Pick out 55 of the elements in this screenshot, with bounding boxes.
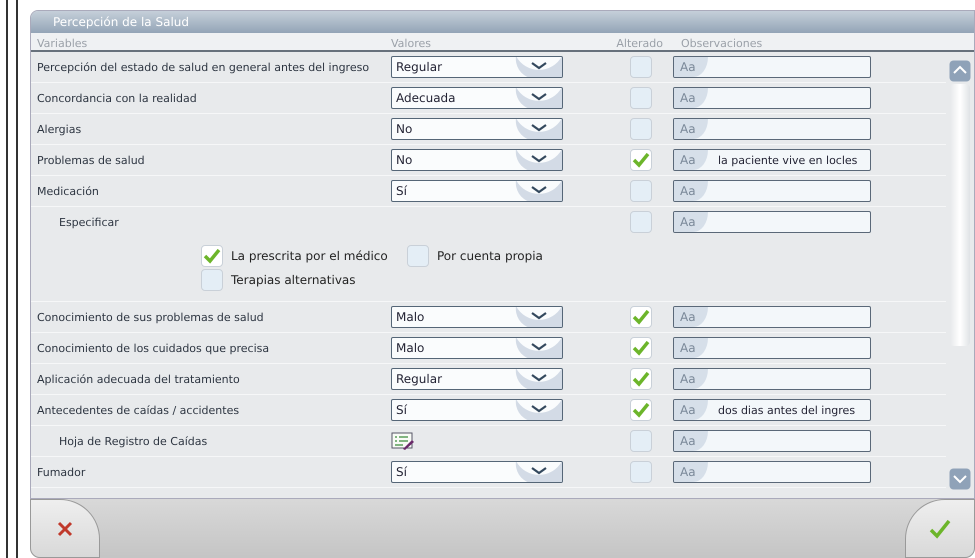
row-label: Percepción del estado de salud en general antes del ingreso — [36, 60, 370, 74]
scroll-up-button[interactable] — [949, 60, 971, 82]
altered-checkbox[interactable] — [630, 461, 652, 483]
altered-checkbox[interactable] — [630, 87, 652, 109]
form-edit-icon[interactable] — [391, 431, 415, 451]
row-label: Problemas de salud — [36, 154, 146, 166]
value-dropdown[interactable]: No — [391, 149, 563, 171]
row-label: Fumador — [36, 466, 86, 478]
value-dropdown[interactable]: Sí — [391, 461, 563, 483]
altered-checkbox[interactable] — [630, 211, 652, 233]
altered-checkbox[interactable] — [630, 118, 652, 140]
observation-field[interactable]: Aa la paciente vive en locles — [673, 149, 871, 171]
row-label: Antecedentes de caídas / accidentes — [36, 404, 240, 416]
altered-checkbox[interactable] — [630, 399, 652, 421]
value-dropdown[interactable]: Regular — [391, 56, 563, 78]
option-checkbox[interactable] — [201, 245, 223, 267]
altered-checkbox[interactable] — [630, 56, 652, 78]
altered-checkbox[interactable] — [630, 430, 652, 452]
column-header: Valores — [391, 37, 432, 50]
row-label: Hoja de Registro de Caídas — [58, 434, 208, 448]
altered-checkbox[interactable] — [630, 337, 652, 359]
row-label: Medicación — [36, 184, 100, 198]
altered-checkbox[interactable] — [630, 306, 652, 328]
row-label: Conocimiento de sus problemas de salud — [36, 310, 265, 324]
option-label: Terapias alternativas — [231, 273, 356, 287]
value-dropdown[interactable]: Regular — [391, 368, 563, 390]
row-label: Especificar — [58, 216, 120, 228]
altered-checkbox[interactable] — [630, 149, 652, 171]
row-label: Alergias — [36, 122, 82, 136]
column-header: Observaciones — [680, 37, 764, 50]
column-header: Variables — [36, 37, 88, 50]
value-dropdown[interactable]: Adecuada — [391, 87, 563, 109]
row-label: Concordancia con la realidad — [36, 92, 198, 104]
value-dropdown[interactable]: Sí — [391, 180, 563, 202]
close-icon — [57, 520, 73, 536]
panel-title: Percepción de la Salud — [53, 15, 189, 29]
option-checkbox[interactable] — [407, 245, 429, 267]
option-label: La prescrita por el médico — [231, 249, 388, 263]
option-label: Por cuenta propia — [437, 249, 543, 263]
cancel-button[interactable] — [30, 499, 100, 558]
observation-field[interactable]: Aa dos dias antes del ingres — [673, 399, 871, 421]
row-label: Conocimiento de los cuidados que precisa — [36, 342, 270, 354]
scrollbar-thumb[interactable] — [950, 84, 970, 346]
row-label: Aplicación adecuada del tratamiento — [36, 372, 241, 386]
altered-checkbox[interactable] — [630, 368, 652, 390]
value-dropdown[interactable]: Sí — [391, 399, 563, 421]
altered-checkbox[interactable] — [630, 180, 652, 202]
option-checkbox[interactable] — [201, 269, 223, 291]
value-dropdown[interactable]: Malo — [391, 337, 563, 359]
value-dropdown[interactable]: Malo — [391, 306, 563, 328]
column-header: Alterado — [615, 37, 664, 50]
checkmark-icon — [929, 518, 951, 538]
value-dropdown[interactable]: No — [391, 118, 563, 140]
confirm-button[interactable] — [905, 499, 975, 558]
scroll-down-button[interactable] — [949, 468, 971, 490]
